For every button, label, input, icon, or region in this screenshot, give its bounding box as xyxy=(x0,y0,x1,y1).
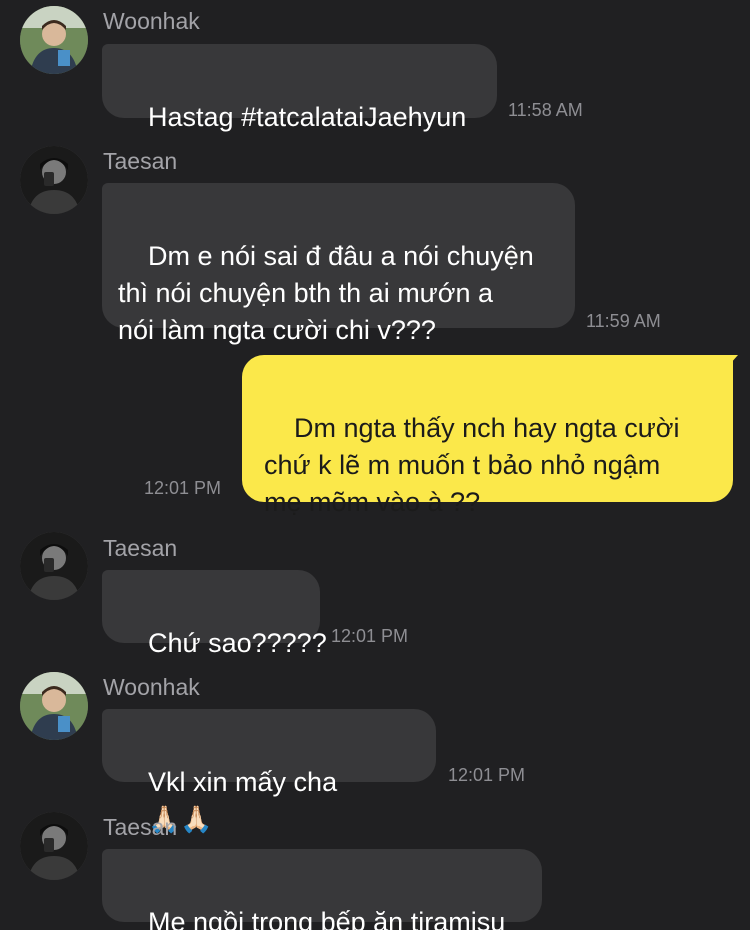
message-text: Hastag #tatcalataiJaehyun xyxy=(148,102,467,132)
message-bubble[interactable]: Dm e nói sai đ đâu a nói chuyện thì nói … xyxy=(102,183,575,345)
sender-name: Taesan xyxy=(103,814,178,840)
message-timestamp: 11:59 AM xyxy=(586,311,661,331)
message-text: Vkl xin mấy cha xyxy=(148,767,338,797)
woonhak-avatar-icon[interactable] xyxy=(20,672,88,740)
message-text: Dm ngta thấy nch hay ngta cười chứ k lẽ … xyxy=(264,413,680,517)
message-timestamp: 12:01 PM xyxy=(331,626,409,646)
message-timestamp: 11:58 AM xyxy=(508,100,583,120)
message-bubble[interactable]: Mẹ ngồi trong bếp ăn tiramisu xyxy=(102,849,542,930)
taesan-avatar-icon[interactable] xyxy=(20,532,88,600)
message-text: Dm e nói sai đ đâu a nói chuyện thì nói … xyxy=(118,241,534,345)
taesan-avatar-icon[interactable] xyxy=(20,146,88,214)
sender-name: Woonhak xyxy=(103,674,200,700)
message-timestamp: 12:01 PM xyxy=(448,765,526,785)
message-bubble[interactable]: Chứ sao????? xyxy=(102,570,327,658)
sender-name: Taesan xyxy=(103,148,178,174)
chat-window: Woonhak Hastag #tatcalataiJaehyun 11:58 … xyxy=(0,0,750,930)
message-text: Mẹ ngồi trong bếp ăn tiramisu xyxy=(148,907,506,930)
taesan-avatar-icon[interactable] xyxy=(20,812,88,880)
sender-name: Woonhak xyxy=(103,8,200,34)
message-bubble[interactable]: Vkl xin mấy cha 🙏🏻🙏🏻 xyxy=(102,709,436,835)
message-timestamp: 12:01 PM xyxy=(144,478,222,498)
message-bubble[interactable]: Hastag #tatcalataiJaehyun xyxy=(102,44,497,132)
woonhak-avatar-icon[interactable] xyxy=(20,6,88,74)
message-text: Chứ sao????? xyxy=(148,628,327,658)
sender-name: Taesan xyxy=(103,535,178,561)
outgoing-message-bubble[interactable]: Dm ngta thấy nch hay ngta cười chứ k lẽ … xyxy=(242,355,733,517)
bubble-tail xyxy=(722,355,738,373)
